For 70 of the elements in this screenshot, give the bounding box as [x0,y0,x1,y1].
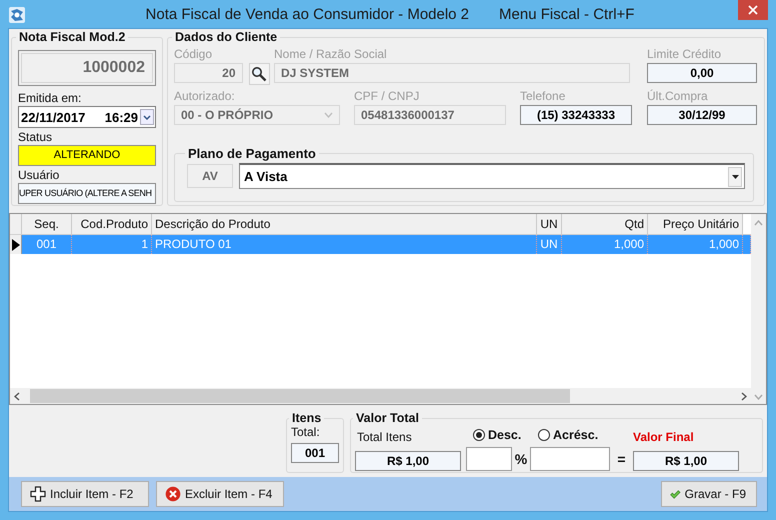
dropdown-icon [732,174,738,178]
input-field[interactable]: 0,00 [647,63,757,83]
field-label: Total Itens [357,430,413,445]
window-title: Nota Fiscal de Venda ao Consumidor - Modelo 2 [146,6,470,23]
table-cell: PRODUTO 01 [152,235,537,254]
table-cell: 1,000 [648,235,743,254]
dropdown-icon [143,114,151,120]
table-cell: 001 [22,235,72,254]
menu-hint: Menu Fiscal - Ctrl+F [499,6,634,23]
equals-sign: = [616,450,627,469]
input-field[interactable]: (15) 33243333 [520,105,632,125]
action-button[interactable]: Incluir Item - F2 [21,481,149,507]
column-header[interactable]: Seq. [22,214,72,235]
section-heading: Nota Fiscal Mod.2 [18,30,126,44]
column-header[interactable]: Qtd [562,214,648,235]
total-field: R$ 1,00 [355,451,461,471]
search-button[interactable] [248,63,270,85]
table-cell: UN [537,235,562,254]
delete-icon [165,486,181,502]
row-pointer-icon [12,238,20,250]
percent-sign: % [514,450,528,469]
field-label: Nome / Razão Social [274,46,388,63]
section-heading: Plano de Pagamento [187,146,317,161]
close-button[interactable] [738,0,768,20]
dropdown-icon [324,112,333,118]
field-label: Status [18,130,54,145]
field-label: Usuário [18,168,60,183]
field-label: CPF / CNPJ [354,88,420,105]
field-label: Total: [291,425,321,440]
section-heading: Itens [291,411,322,425]
dropdown-button[interactable] [728,166,742,186]
action-button[interactable]: Excluir Item - F4 [156,481,284,507]
column-header[interactable]: Descrição do Produto [152,214,537,235]
table-cell: 1,000 [562,235,648,254]
dropdown-button[interactable] [140,109,154,125]
action-button[interactable]: Gravar - F9 [661,481,757,507]
radio-option[interactable]: Acrésc. [530,425,633,445]
column-header[interactable]: UN [537,214,562,235]
app-icon [8,6,26,24]
field-label: Telefone [520,88,566,105]
section-heading: Dados do Cliente [174,30,278,44]
input-field[interactable] [466,447,512,471]
field-label: Últ.Compra [647,88,709,105]
field-label: Autorizado: [174,88,236,105]
plus-icon [30,486,46,502]
input-field[interactable] [530,447,610,471]
date-text: 22/11/2017 [21,110,86,124]
table-cell: 1 [72,235,152,254]
section-heading: Valor Total [355,411,420,425]
close-icon [748,5,758,15]
column-header[interactable]: Cod.Produto [72,214,152,235]
horizontal-scrollbar[interactable] [10,388,751,404]
time-text: 16:29 [104,110,138,124]
column-header[interactable]: Preço Unitário [648,214,743,235]
radio-option[interactable]: Desc. [461,425,530,445]
field-label: Emitida em: [18,91,82,106]
search-icon [251,66,268,82]
field-label: Limite Crédito [647,46,722,63]
total-field: R$ 1,00 [633,451,739,471]
invoice-number: 1000002 [18,50,156,86]
total-field: 001 [291,443,339,463]
dropdown-field[interactable]: A Vista [239,163,745,189]
input-field[interactable]: 30/12/99 [647,105,757,125]
user-field: UPER USUÁRIO (ALTERE A SENH [18,183,156,204]
field-label: Valor Final [633,430,695,445]
date-picker[interactable]: 22/11/2017 16:29 [18,106,156,128]
scroll-left-icon[interactable] [14,392,20,400]
status-field: ALTERANDO [18,145,156,166]
field-label: Código [174,46,214,63]
scroll-right-icon[interactable] [741,392,747,400]
